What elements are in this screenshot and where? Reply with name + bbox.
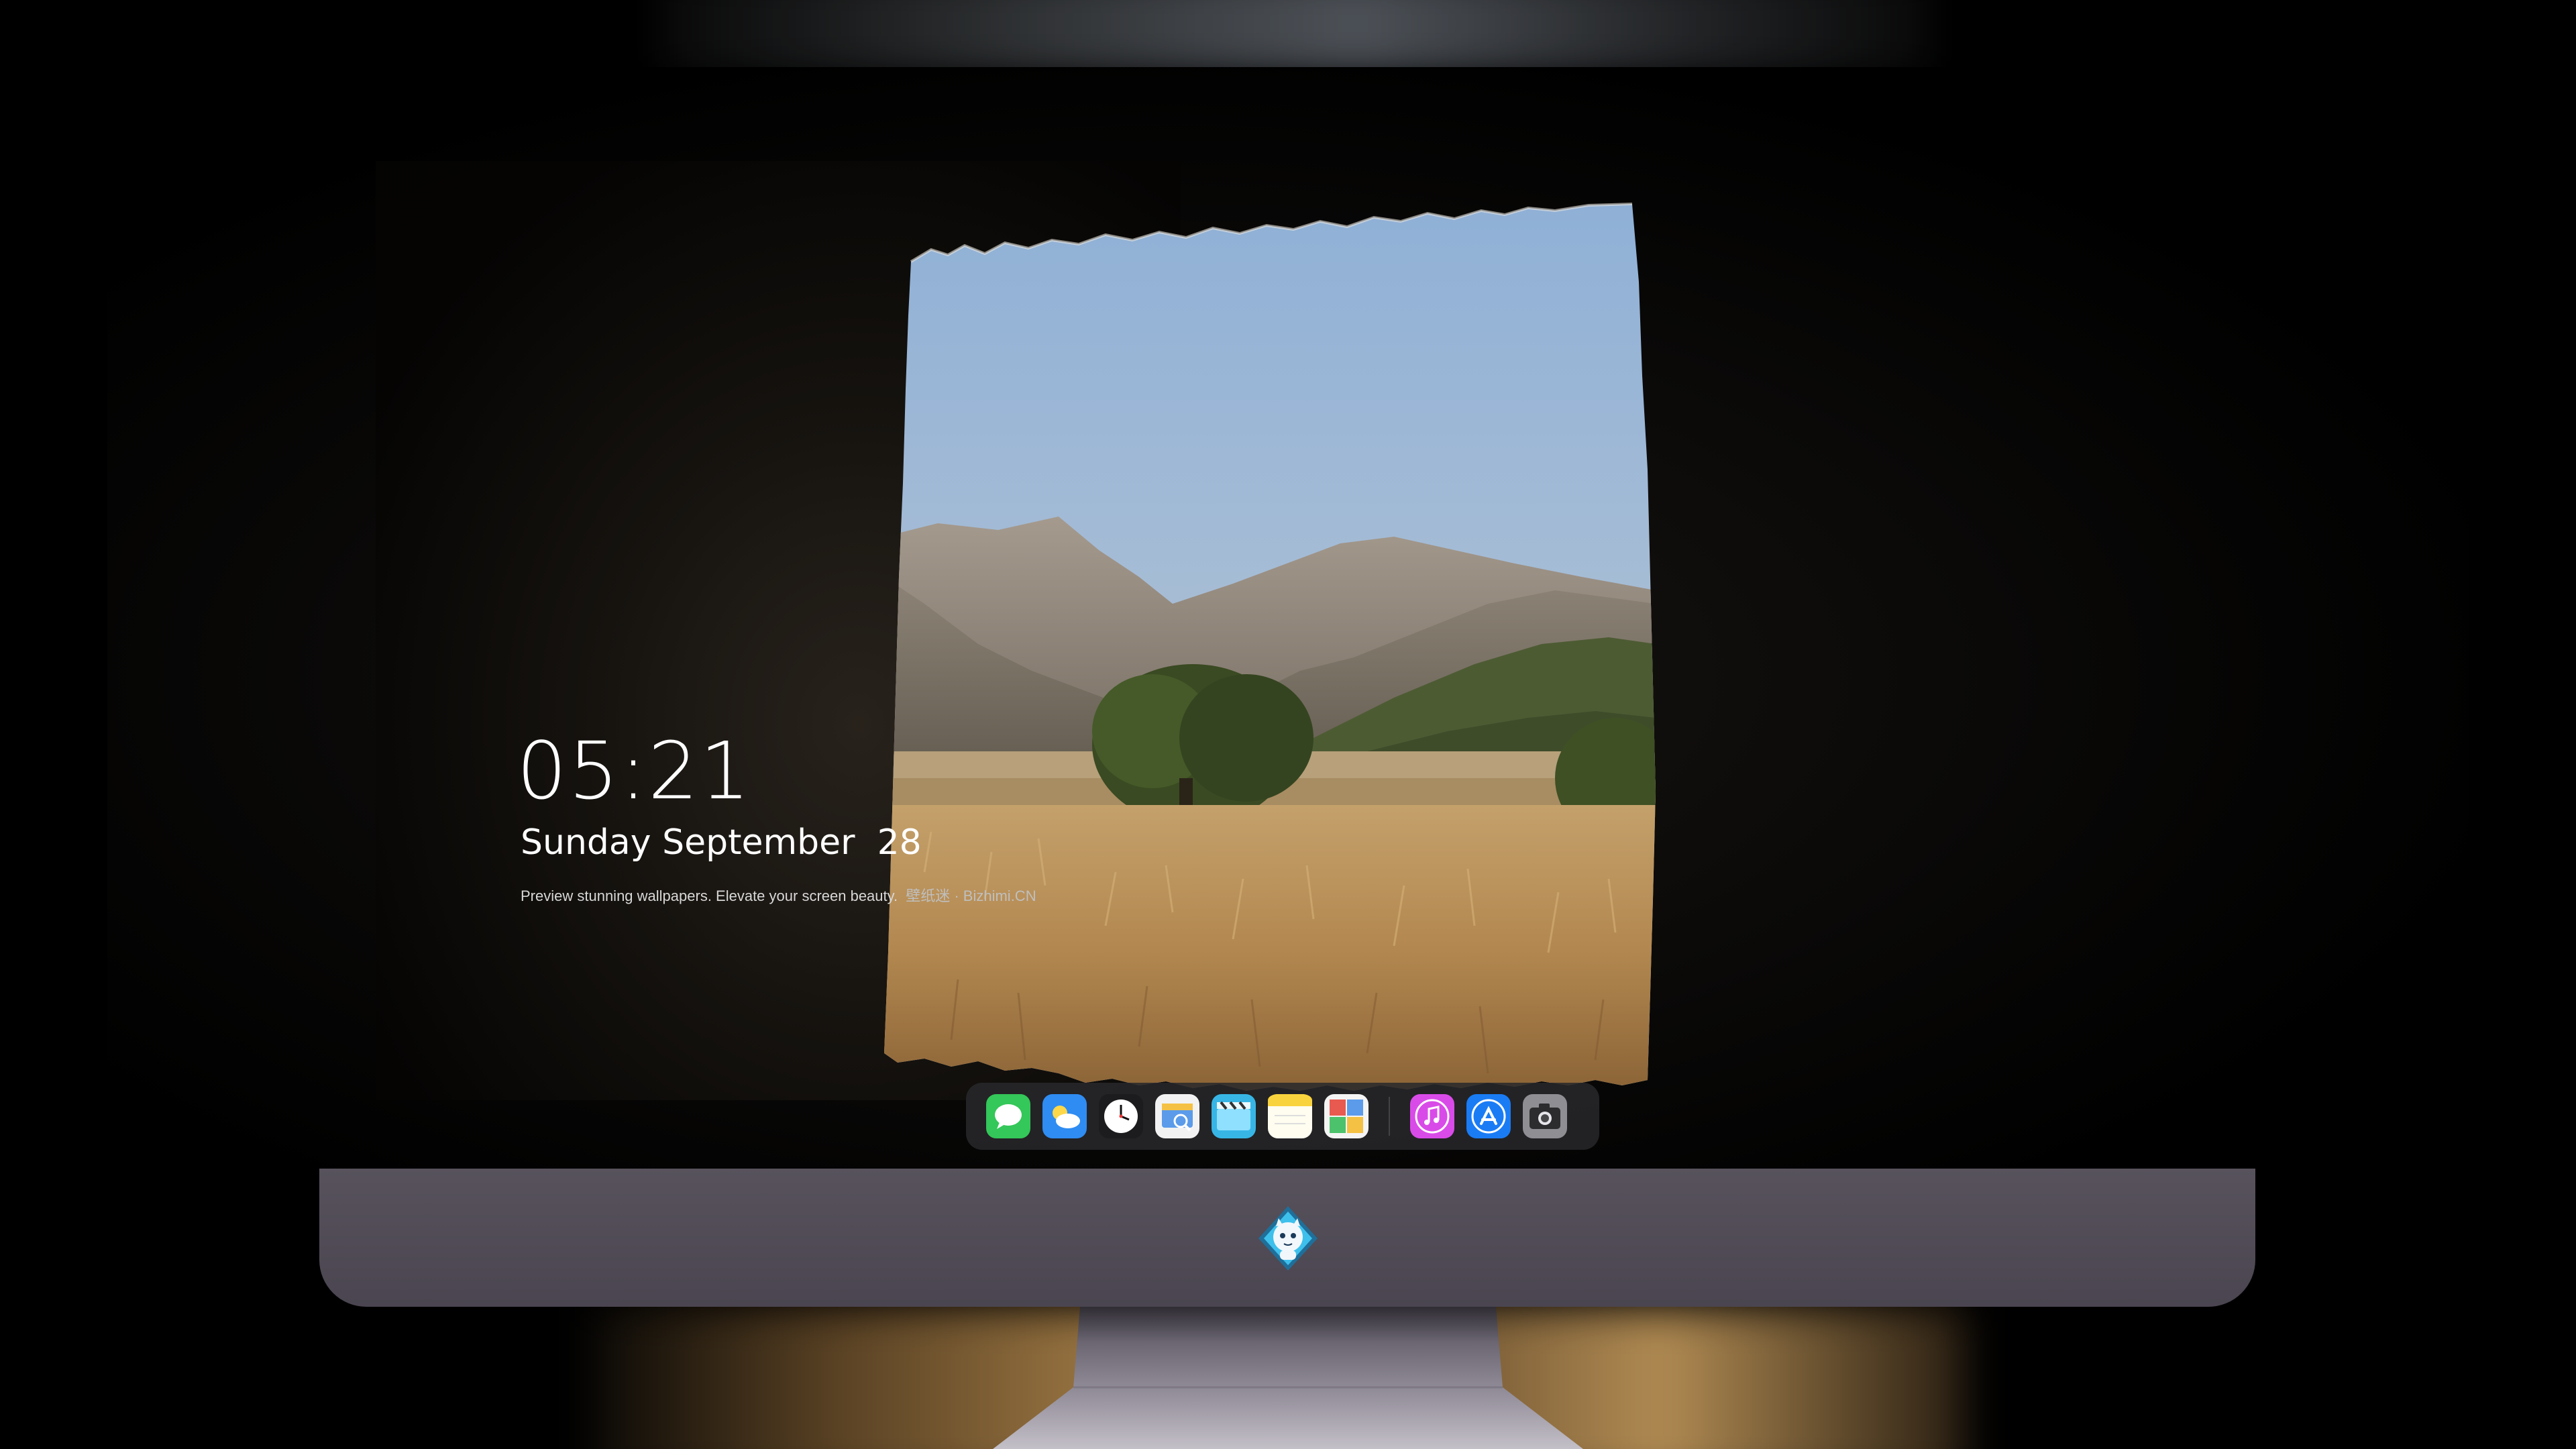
dock-separator: [1389, 1097, 1390, 1136]
desktop-stage: 05:21 Sunday September 28 Preview stunni…: [0, 0, 2576, 1449]
dock: [966, 1083, 1599, 1150]
monitor-stand: [993, 1307, 1583, 1449]
wallpaper-caption: Preview stunning wallpapers. Elevate you…: [521, 884, 1036, 906]
lockscreen-time: 05:21: [517, 724, 752, 817]
music-icon[interactable]: [1410, 1094, 1454, 1138]
clips-icon[interactable]: [1212, 1094, 1256, 1138]
caption-text: Preview stunning wallpapers. Elevate you…: [521, 888, 898, 904]
wallpaper-window: [884, 201, 1656, 1093]
lockscreen-date: Sunday September 28: [521, 822, 922, 863]
landscape-wallpaper: [884, 203, 1656, 1091]
preview-icon[interactable]: [1155, 1094, 1199, 1138]
weather-icon[interactable]: [1042, 1094, 1087, 1138]
camera-icon[interactable]: [1523, 1094, 1567, 1138]
mascot-logo-icon: [1253, 1203, 1323, 1273]
app-store-icon[interactable]: [1466, 1094, 1511, 1138]
photo-booth-icon[interactable]: [1324, 1094, 1368, 1138]
messages-icon[interactable]: [986, 1094, 1030, 1138]
blurred-background-top: [657, 0, 1932, 74]
caption-brand[interactable]: 壁纸迷 · Bizhimi.CN: [906, 888, 1036, 904]
clock-icon[interactable]: [1099, 1094, 1143, 1138]
notes-icon[interactable]: [1268, 1094, 1312, 1138]
